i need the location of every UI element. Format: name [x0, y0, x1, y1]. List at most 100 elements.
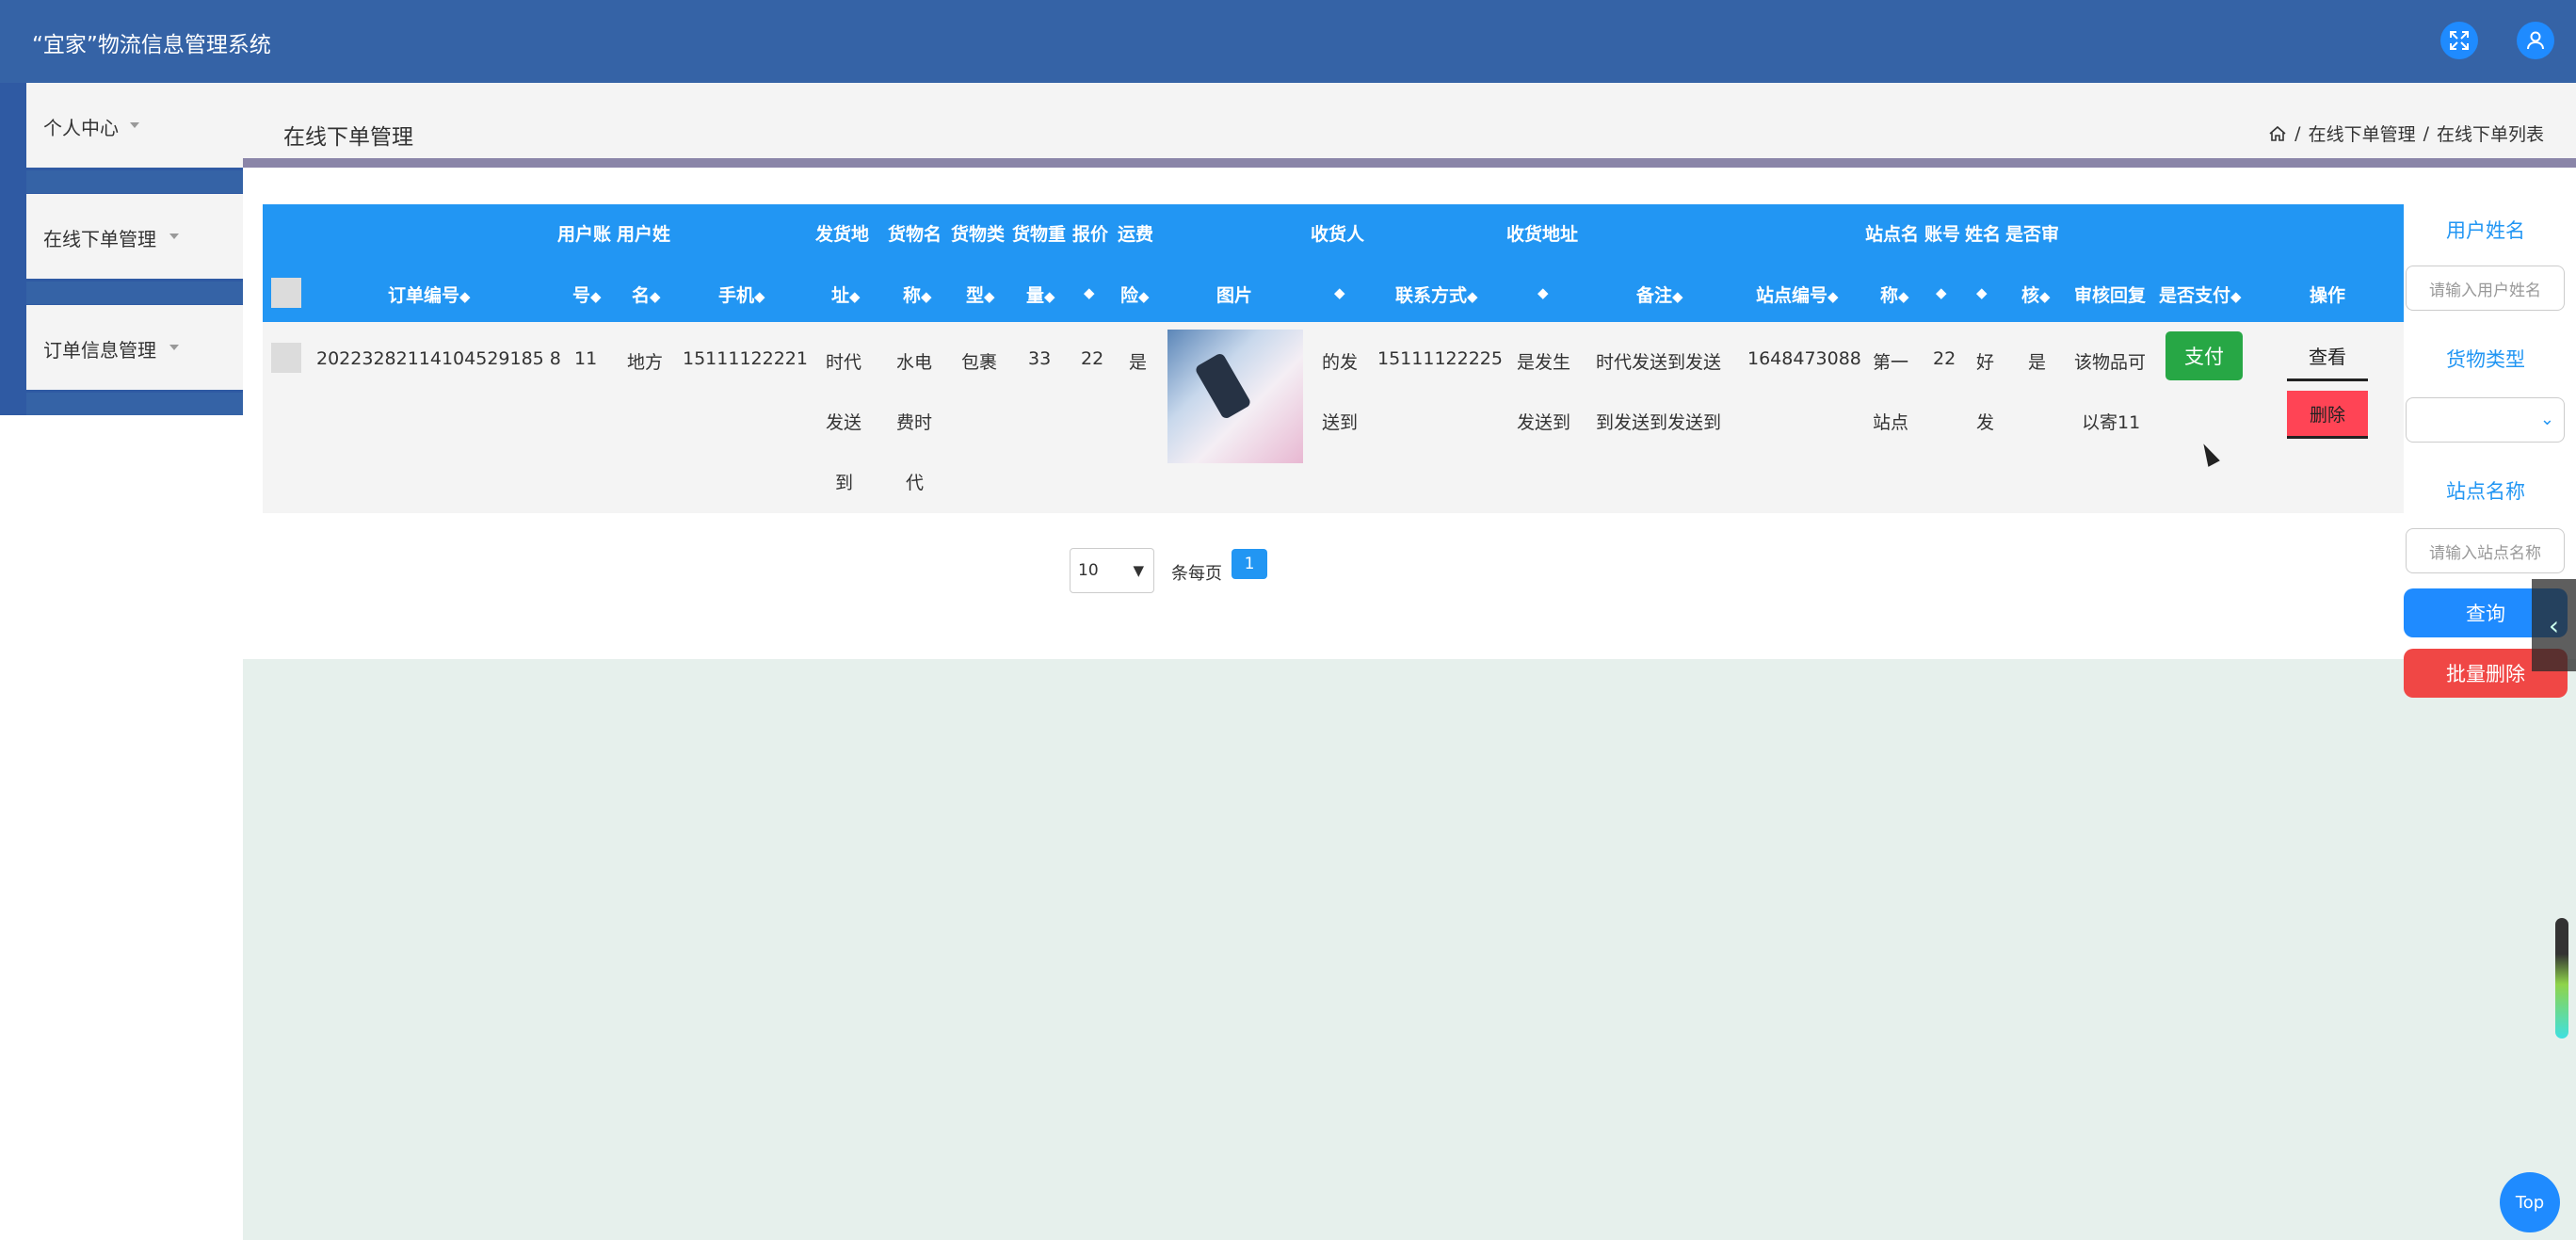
sort-icon: ◆: [921, 288, 932, 305]
cell-price: 22: [1081, 348, 1104, 369]
cell-audit-reply: 以寄11: [2082, 412, 2141, 433]
col-header-goods-name-sort[interactable]: 称◆: [903, 282, 932, 307]
col-header-account: 用户账: [557, 224, 612, 245]
goods-type-select[interactable]: ⌄: [2406, 397, 2565, 443]
station-name-label: 站点名称: [2446, 480, 2525, 503]
breadcrumb-item-order-list: 在线下单列表: [2436, 124, 2544, 145]
sidebar-divider: [26, 170, 243, 193]
col-header-contact[interactable]: 联系方式◆: [1395, 282, 1478, 307]
col-header-station-name-sort[interactable]: 称◆: [1880, 282, 1909, 307]
delete-button[interactable]: 删除: [2287, 391, 2368, 439]
sidebar-item-label: 在线下单管理: [43, 228, 156, 250]
per-page-label: 条每页: [1171, 564, 1222, 584]
header-divider: [243, 158, 2576, 168]
table-row: 20223282114104529185 8 11 地方 15111122221…: [263, 322, 2404, 513]
cell-goods-name: 水电: [896, 352, 933, 373]
col-header-price-sort[interactable]: ◆: [1084, 282, 1095, 302]
col-header-receiver: 收货人: [1311, 224, 1365, 245]
sort-icon: ◆: [2039, 288, 2051, 305]
sort-icon: ◆: [1467, 288, 1478, 305]
sort-icon: ◆: [984, 288, 995, 305]
app-title: “宜家”物流信息管理系统: [32, 33, 271, 57]
cell-recv-addr: 是发生: [1517, 352, 1571, 373]
col-header-ship-addr: 发货地: [815, 224, 870, 245]
sort-icon: ◆: [1976, 284, 1988, 301]
row-checkbox[interactable]: [271, 343, 301, 373]
cell-goods-name: 代: [906, 473, 925, 493]
back-to-top-button[interactable]: Top: [2500, 1172, 2560, 1232]
cell-receiver: 送到: [1322, 412, 1359, 433]
col-header-receiver-sort[interactable]: ◆: [1334, 282, 1345, 302]
cell-phone: 15111122221: [683, 348, 808, 369]
col-header-name: 用户姓: [617, 224, 671, 245]
breadcrumb-item-order-management[interactable]: 在线下单管理: [2309, 121, 2416, 146]
sort-icon: ◆: [849, 288, 861, 305]
sort-icon: ◆: [1084, 284, 1095, 301]
col-header-acc2: 账号: [1924, 224, 1961, 245]
col-header-goods-name: 货物名: [888, 224, 942, 245]
cell-freight: 是: [1129, 352, 1148, 373]
cell-goods-name: 费时: [896, 412, 933, 433]
user-icon[interactable]: [2517, 22, 2554, 59]
cell-audit-reply: 该物品可: [2074, 352, 2147, 373]
collapse-panel-icon[interactable]: ‹: [2532, 579, 2576, 671]
user-name-input[interactable]: 请输入用户姓名: [2406, 266, 2565, 311]
sort-icon: ◆: [1672, 288, 1683, 305]
col-header-audit: 是否审: [2005, 224, 2060, 245]
sidebar-divider: [26, 282, 243, 304]
col-header-weight-sort[interactable]: 量◆: [1026, 282, 1055, 307]
sidebar-item-order-info[interactable]: 订单信息管理: [26, 305, 243, 390]
col-header-name2-sort[interactable]: ◆: [1976, 282, 1988, 302]
caret-down-icon: [130, 122, 139, 128]
col-header-freight-sort[interactable]: 险◆: [1120, 282, 1150, 307]
col-header-ship-addr-sort[interactable]: 址◆: [831, 282, 861, 307]
caret-down-icon: [169, 345, 179, 350]
scrollbar[interactable]: [2555, 918, 2568, 1039]
sidebar-divider: [26, 393, 243, 415]
col-header-remark[interactable]: 备注◆: [1636, 282, 1683, 307]
col-header-name-sort[interactable]: 名◆: [632, 282, 661, 307]
col-header-paid[interactable]: 是否支付◆: [2159, 282, 2242, 307]
sidebar-item-online-order[interactable]: 在线下单管理: [26, 194, 243, 279]
breadcrumb-separator: /: [2294, 122, 2301, 144]
page-number-button[interactable]: 1: [1232, 549, 1267, 579]
view-button[interactable]: 查看: [2287, 331, 2368, 381]
cell-receiver: 的发: [1322, 352, 1359, 373]
home-icon[interactable]: [2268, 124, 2287, 143]
col-header-goods-type: 货物类: [951, 224, 1006, 245]
fullscreen-icon[interactable]: [2440, 22, 2478, 59]
cell-name: 地方: [627, 352, 664, 373]
col-header-audit-sort[interactable]: 核◆: [2021, 282, 2051, 307]
cell-audit: 是: [2028, 352, 2047, 373]
page-title: 在线下单管理: [283, 125, 413, 150]
top-bar: “宜家”物流信息管理系统: [0, 0, 2576, 83]
sort-icon: ◆: [650, 288, 661, 305]
cell-contact: 15111122225: [1377, 348, 1503, 369]
content-background: [243, 659, 2576, 1240]
cell-acc2: 22: [1933, 348, 1956, 369]
page-size-select[interactable]: 10 ▼: [1070, 548, 1154, 593]
col-header-goods-type-sort[interactable]: 型◆: [966, 282, 995, 307]
col-header-phone[interactable]: 手机◆: [718, 282, 765, 307]
chevron-down-icon: ▼: [1133, 562, 1144, 579]
cell-remark: 到发送到发送到: [1596, 412, 1722, 433]
select-all-checkbox[interactable]: [271, 278, 301, 308]
col-header-action: 操作: [2310, 285, 2346, 306]
sidebar-item-personal-center[interactable]: 个人中心: [26, 83, 243, 168]
product-image[interactable]: [1167, 330, 1303, 463]
col-header-price: 报价: [1072, 224, 1109, 245]
sort-icon: ◆: [1827, 288, 1839, 305]
cell-goods-type: 包裹: [961, 352, 998, 373]
col-header-recv-addr-sort[interactable]: ◆: [1538, 282, 1549, 302]
station-name-input[interactable]: 请输入站点名称: [2406, 528, 2565, 573]
cell-weight: 33: [1028, 348, 1052, 369]
col-header-account-sort[interactable]: 号◆: [572, 282, 602, 307]
col-header-station-no[interactable]: 站点编号◆: [1756, 282, 1839, 307]
orders-table: 用户账 用户姓 发货地 货物名 货物类 货物重 报价 运费 收货人 收货地址 站…: [263, 204, 2404, 513]
cell-ship-addr: 到: [835, 473, 854, 493]
pay-button[interactable]: 支付: [2165, 331, 2243, 380]
sort-icon: ◆: [1538, 284, 1549, 301]
col-header-acc2-sort[interactable]: ◆: [1936, 282, 1947, 302]
sort-icon: ◆: [590, 288, 602, 305]
col-header-order-no[interactable]: 订单编号◆: [388, 282, 471, 307]
